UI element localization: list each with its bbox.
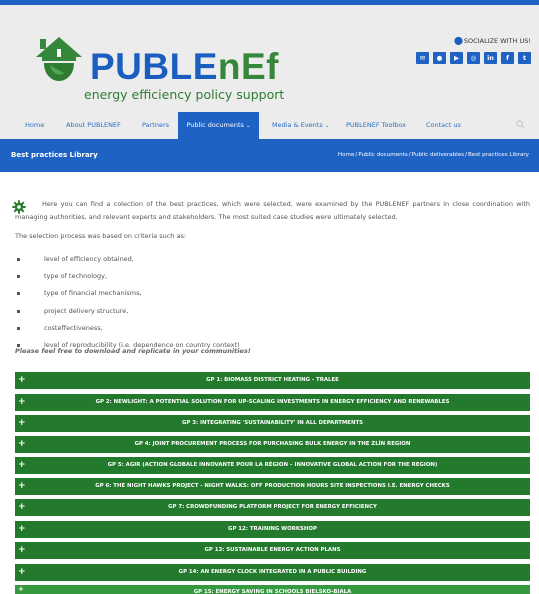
accordion-gp-12[interactable]: + GP 12: TRAINING WORKSHOP — [15, 521, 530, 538]
accordion-gp-2[interactable]: + GP 2: NEWLIGHT: A POTENTIAL SOLUTION FO… — [15, 394, 530, 411]
linkedin-icon[interactable]: in — [484, 52, 497, 64]
search-icon[interactable] — [516, 120, 525, 129]
plus-icon: + — [18, 439, 26, 449]
accordion-gp-3[interactable]: + GP 3: INTEGRATING 'SUSTAINABILITY' IN A… — [15, 415, 530, 432]
page-title: Best practices Library — [11, 151, 98, 159]
list-item: type of financial mechanisms, — [17, 285, 517, 302]
intro-paragraph: Here you can find a colection of the bes… — [15, 200, 530, 221]
logo-word-green: nEf — [217, 46, 280, 87]
breadcrumb-separator: / — [465, 152, 467, 158]
accordion-title: GP 3: INTEGRATING 'SUSTAINABILITY' IN AL… — [181, 420, 364, 426]
publenef-logo[interactable]: PUBLEnEf energy efficiency policy suppor… — [30, 35, 284, 113]
youtube-icon[interactable]: ▶ — [450, 52, 463, 64]
plus-icon: + — [18, 567, 26, 577]
plus-icon: + — [18, 460, 26, 470]
logo-word-blue: PUBLE — [90, 46, 218, 87]
site-header: PUBLEnEf energy efficiency policy suppor… — [0, 5, 539, 112]
nav-about[interactable]: About PUBLENEF — [66, 112, 121, 139]
instagram-icon[interactable]: ◎ — [467, 52, 480, 64]
download-note: Please feel free to download and replica… — [15, 347, 251, 355]
socialize-label: ⬤SOCIALIZE WITH US! — [454, 36, 531, 45]
nav-public-documents-label: Public documents — [186, 121, 244, 129]
breadcrumb-public-deliverables[interactable]: Public deliverables — [412, 152, 464, 158]
criteria-list: level of efficiency obtained, type of te… — [17, 251, 517, 354]
logo-wordmark: PUBLEnEf — [90, 47, 279, 87]
accordion-title: GP 6: THE NIGHT HAWKS PROJECT - NIGHT WA… — [95, 483, 450, 489]
plus-icon: + — [18, 502, 26, 512]
facebook-icon[interactable]: f — [501, 52, 514, 64]
email-icon[interactable]: ✉ — [416, 52, 429, 64]
socialize-text: SOCIALIZE WITH US! — [463, 37, 531, 45]
nav-contact[interactable]: Contact us — [426, 112, 461, 139]
chevron-down-icon: ⌄ — [324, 123, 330, 129]
nav-media-events[interactable]: Media & Events ⌄ — [272, 112, 329, 139]
plus-icon: + — [18, 585, 24, 593]
accordion-gp-4[interactable]: + GP 4: JOINT PROCUREMENT PROCESS FOR PUR… — [15, 436, 530, 453]
selection-text: The selection process was based on crite… — [15, 232, 187, 240]
breadcrumb-public-documents[interactable]: Public documents — [358, 152, 407, 158]
plus-icon: + — [18, 545, 26, 555]
accordion-title: GP 13: SUSTAINABLE ENERGY ACTION PLANS — [204, 547, 341, 553]
list-item: project delivery structure, — [17, 303, 517, 320]
accordion-gp-15[interactable]: + GP 15: ENERGY SAVING IN SCHOOLS BIELSKO… — [15, 585, 530, 594]
page-title-banner: Best practices Library Home/Public docum… — [0, 139, 539, 172]
breadcrumb-separator: / — [408, 152, 411, 158]
nav-public-documents[interactable]: Public documents ⌄ — [178, 112, 259, 139]
twitter-icon[interactable]: t — [518, 52, 531, 64]
accordion-title: GP 7: CROWDFUNDING PLATFORM PROJECT FOR … — [168, 504, 377, 510]
plus-icon: + — [18, 397, 26, 407]
nav-toolbox[interactable]: PUBLENEF Toolbox — [346, 112, 406, 139]
chevron-down-icon: ⌄ — [245, 123, 251, 129]
nav-partners[interactable]: Partners — [142, 112, 169, 139]
accordion-gp-5[interactable]: + GP 5: AGIR (ACTION GLOBALE INNOVANTE PO… — [15, 457, 530, 474]
main-navigation: Home About PUBLENEF Partners Public docu… — [0, 112, 539, 139]
plus-icon: + — [18, 481, 26, 491]
house-leaf-logo-icon — [36, 37, 82, 81]
accordion-title: GP 2: NEWLIGHT: A POTENTIAL SOLUTION FOR… — [95, 399, 450, 405]
breadcrumb-current: Best practices Library — [467, 152, 529, 158]
circle-icon[interactable]: ● — [433, 52, 446, 64]
accordion-title: GP 1: BIOMASS DISTRICT HEATING - TRALEE — [206, 377, 339, 383]
accordion-gp-7[interactable]: + GP 7: CROWDFUNDING PLATFORM PROJECT FOR… — [15, 499, 530, 516]
location-pin-icon: ⬤ — [453, 36, 463, 45]
list-item: type of technology, — [17, 268, 517, 285]
social-icons: ✉ ● ▶ ◎ in f t — [416, 52, 531, 64]
accordion-title: GP 5: AGIR (ACTION GLOBALE INNOVANTE POU… — [107, 462, 438, 468]
plus-icon: + — [18, 375, 26, 385]
accordion-title: GP 14: AN ENERGY CLOCK INTEGRATED IN A P… — [178, 569, 367, 575]
nav-media-events-label: Media & Events — [272, 121, 323, 129]
accordion-title: GP 12: TRAINING WORKSHOP — [228, 526, 317, 532]
logo-tagline: energy efficiency policy support — [84, 87, 285, 102]
plus-icon: + — [18, 524, 26, 534]
accordion-gp-14[interactable]: + GP 14: AN ENERGY CLOCK INTEGRATED IN A … — [15, 564, 530, 581]
accordion-gp-13[interactable]: + GP 13: SUSTAINABLE ENERGY ACTION PLANS — [15, 542, 530, 559]
accordion-gp-6[interactable]: + GP 6: THE NIGHT HAWKS PROJECT - NIGHT W… — [15, 478, 530, 495]
accordion-gp-1[interactable]: + GP 1: BIOMASS DISTRICT HEATING - TRALEE — [15, 372, 530, 389]
plus-icon: + — [18, 418, 26, 428]
breadcrumb: Home/Public documents/Public deliverable… — [338, 139, 529, 172]
accordion-title: GP 15: ENERGY SAVING IN SCHOOLS BIELSKO-… — [193, 589, 352, 594]
accordion-title: GP 4: JOINT PROCUREMENT PROCESS FOR PURC… — [134, 441, 411, 447]
list-item: costeffectiveness, — [17, 320, 517, 337]
list-item: level of efficiency obtained, — [17, 251, 517, 268]
breadcrumb-home[interactable]: Home — [338, 152, 355, 158]
nav-home[interactable]: Home — [25, 112, 44, 139]
